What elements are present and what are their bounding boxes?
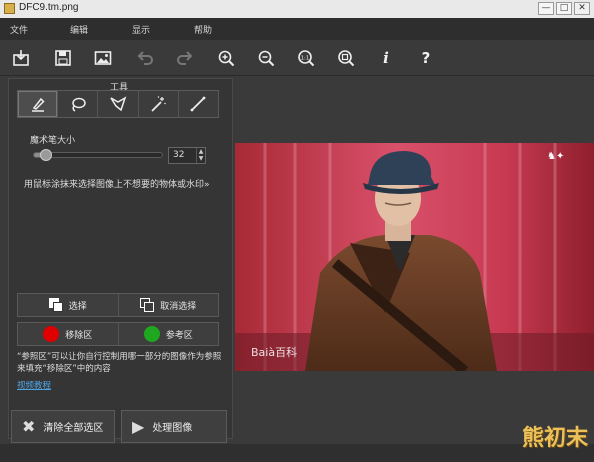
brush-tool[interactable] — [18, 91, 59, 117]
redo-icon — [177, 51, 193, 65]
lasso-tool-icon — [72, 97, 86, 112]
magic-wand-tool[interactable] — [139, 91, 179, 117]
brush-size-thumb[interactable] — [39, 149, 52, 161]
line-tool-icon — [191, 96, 206, 112]
green-dot-icon — [143, 326, 160, 342]
play-icon: ▶ — [132, 417, 145, 436]
video-tutorial-link[interactable]: 视频教程 — [17, 379, 51, 391]
actual-size-icon: 1:1 — [298, 50, 315, 67]
deselect-label: 取消选择 — [160, 301, 197, 312]
brush-tool-icon — [31, 97, 45, 112]
photo-preview[interactable]: ♞✦ Baià百科 — [235, 143, 594, 371]
red-dot-icon — [43, 326, 60, 342]
menu-view[interactable]: 显示 — [132, 23, 150, 36]
brush-size-spinbox[interactable]: 32 ▲ ▼ — [168, 147, 206, 164]
zoom-out-button[interactable] — [254, 46, 278, 70]
open-button[interactable] — [9, 46, 33, 70]
help-icon: ? — [421, 49, 431, 67]
window-controls: — □ ✕ — [538, 2, 590, 15]
clear-all-selections-button[interactable]: ✖ 清除全部选区 — [11, 410, 115, 443]
clear-x-icon: ✖ — [22, 417, 36, 436]
minimize-button[interactable]: — — [538, 2, 554, 15]
fit-window-icon — [338, 50, 355, 67]
window-title: DFC9.tm.png — [19, 2, 79, 13]
spin-arrows-icon[interactable]: ▲ ▼ — [196, 148, 205, 163]
remove-region-button[interactable]: 移除区 — [18, 323, 119, 345]
app-icon — [4, 3, 15, 14]
title-bar: DFC9.tm.png — □ ✕ — [0, 0, 594, 18]
svg-text:1:1: 1:1 — [301, 55, 310, 61]
process-image-label: 处理图像 — [152, 423, 193, 434]
save-button[interactable] — [51, 46, 75, 70]
photo-corner-logo: ♞✦ — [547, 151, 564, 162]
reference-region-label: 参考区 — [165, 330, 193, 341]
photo-watermark: Baià百科 — [251, 345, 297, 359]
process-image-button[interactable]: ▶ 处理图像 — [121, 410, 227, 443]
clear-all-label: 清除全部选区 — [43, 423, 104, 434]
brush-size-label: 魔术笔大小 — [30, 136, 76, 146]
brush-size-value: 32 — [173, 150, 185, 160]
image-button[interactable] — [91, 46, 115, 70]
menu-bar: 文件 编辑 显示 帮助 — [0, 18, 594, 40]
actual-size-button[interactable]: 1:1 — [294, 46, 318, 70]
photo-image: ♞✦ Baià百科 — [235, 143, 594, 371]
magic-wand-tool-icon — [151, 96, 167, 112]
undo-button[interactable] — [133, 46, 157, 70]
select-button[interactable]: 选择 — [18, 294, 119, 316]
remove-region-label: 移除区 — [65, 330, 93, 341]
corner-logo-watermark: 熊初末 — [521, 425, 588, 451]
info-button[interactable]: i — [374, 46, 398, 70]
selection-buttons: 选择 取消选择 — [17, 293, 219, 317]
select-label: 选择 — [68, 301, 87, 312]
fit-window-button[interactable] — [334, 46, 358, 70]
reference-note: “参照区”可以让你自行控制用哪一部分的图像作为参照来填充“移除区”中的内容 — [17, 352, 222, 374]
zoom-out-icon — [258, 50, 275, 67]
deselect-icon — [140, 298, 155, 312]
polygon-lasso-tool[interactable] — [98, 91, 139, 117]
menu-edit[interactable]: 编辑 — [70, 23, 88, 36]
region-buttons: 移除区 参考区 — [17, 322, 219, 346]
save-icon — [55, 50, 71, 66]
menu-file[interactable]: 文件 — [10, 23, 28, 36]
info-icon: i — [383, 49, 389, 67]
line-tool[interactable] — [179, 91, 218, 117]
menu-help[interactable]: 帮助 — [194, 23, 212, 36]
tool-group — [17, 90, 219, 118]
image-icon — [94, 51, 112, 65]
brush-hint: 用鼠标涂抹来选择图像上不想要的物体或水印» — [24, 180, 210, 190]
zoom-in-icon — [218, 50, 235, 67]
help-button[interactable]: ? — [414, 46, 438, 70]
open-icon — [13, 50, 29, 66]
undo-icon — [137, 51, 153, 65]
maximize-button[interactable]: □ — [556, 2, 572, 15]
status-bar — [0, 444, 594, 462]
brush-size-slider[interactable] — [33, 149, 163, 161]
redo-button[interactable] — [173, 46, 197, 70]
close-button[interactable]: ✕ — [574, 2, 590, 15]
polygon-lasso-tool-icon — [110, 96, 127, 112]
select-icon — [48, 298, 63, 312]
app-window: DFC9.tm.png — □ ✕ 文件 编辑 显示 帮助 1:1 i ? 工具… — [0, 0, 594, 462]
lasso-tool[interactable] — [58, 91, 99, 117]
deselect-button[interactable]: 取消选择 — [119, 294, 219, 316]
reference-region-button[interactable]: 参考区 — [119, 323, 219, 345]
zoom-in-button[interactable] — [214, 46, 238, 70]
toolbar: 1:1 i ? — [0, 40, 594, 76]
